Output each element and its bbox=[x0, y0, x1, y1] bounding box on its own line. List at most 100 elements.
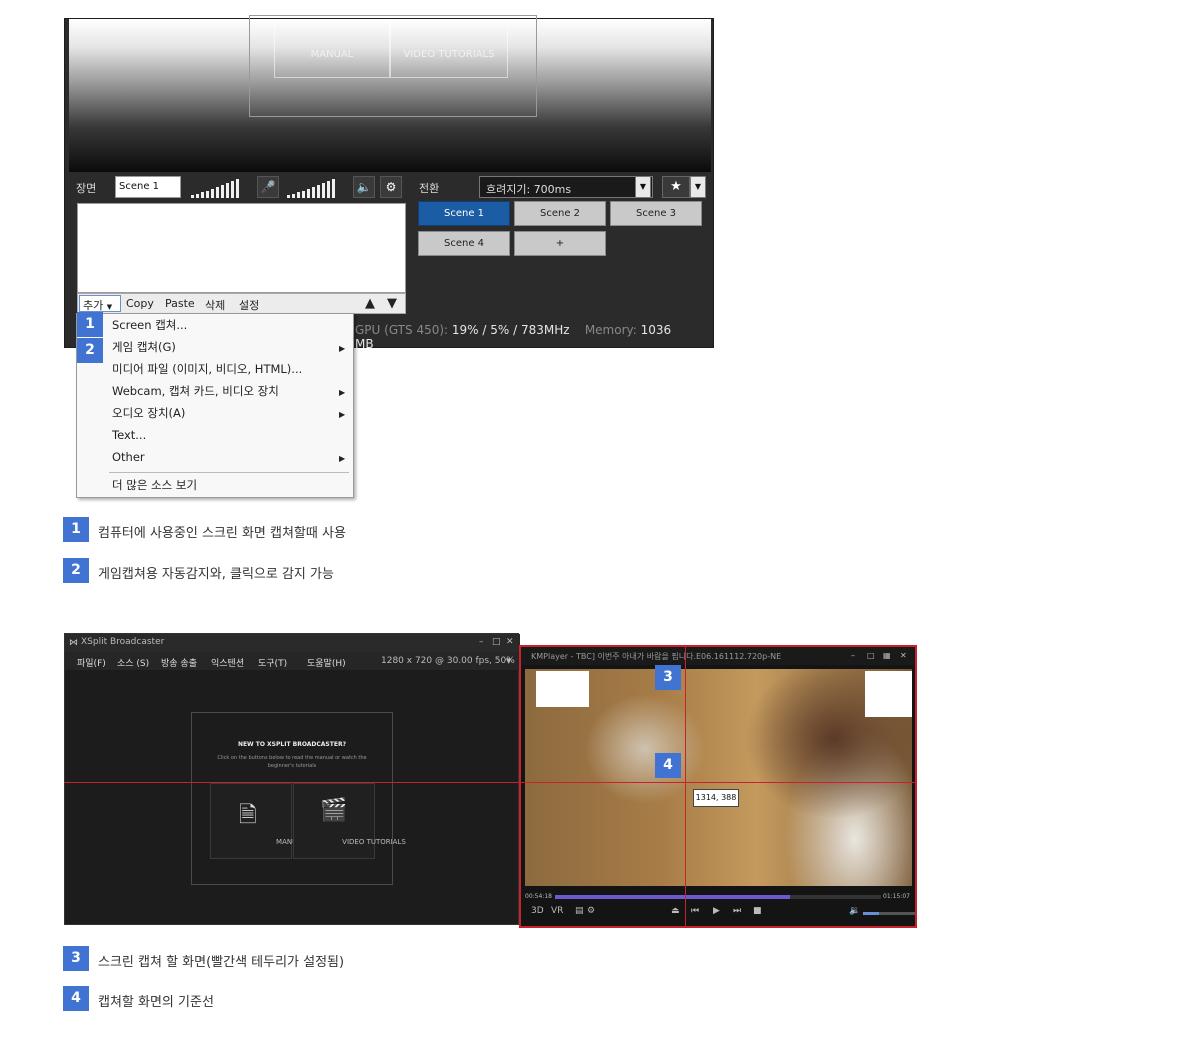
menu-item-webcam[interactable]: Webcam, 캡쳐 카드, 비디오 장치 bbox=[112, 380, 279, 402]
close-icon[interactable]: ✕ bbox=[506, 637, 514, 647]
chevron-right-icon: ▶ bbox=[339, 454, 346, 463]
maximize-icon[interactable]: □ bbox=[867, 651, 875, 660]
speaker-volume-meter[interactable] bbox=[287, 176, 335, 198]
chevron-down-icon[interactable]: ▼ bbox=[506, 657, 511, 665]
add-scene-button[interactable]: + bbox=[514, 231, 606, 256]
gear-icon[interactable]: ⚙ bbox=[380, 176, 402, 198]
menu-extensions[interactable]: 익스텐션 bbox=[211, 656, 244, 669]
move-down-icon[interactable]: ▼ bbox=[387, 296, 397, 311]
window-titlebar: XSplit Broadcaster bbox=[65, 634, 520, 652]
scene-button-1[interactable]: Scene 1 bbox=[418, 201, 510, 226]
resolution-selector[interactable]: 1280 x 720 @ 30.00 fps, 50% bbox=[381, 656, 515, 666]
play-icon[interactable]: ▶ bbox=[713, 906, 720, 916]
chevron-down-icon: ▼ bbox=[106, 303, 113, 311]
menu-item-screen-capture[interactable]: Screen 캡쳐... bbox=[112, 314, 187, 336]
minimize-icon[interactable]: – bbox=[479, 637, 484, 647]
badge-4: 4 bbox=[63, 986, 89, 1011]
transition-select[interactable]: 흐려지기: 700ms bbox=[479, 176, 653, 198]
menu-item-more-sources[interactable]: 더 많은 소스 보기 bbox=[112, 474, 197, 496]
volume-slider[interactable] bbox=[863, 912, 915, 915]
delete-button[interactable]: 삭제 bbox=[205, 297, 225, 313]
menu-item-media-file[interactable]: 미디어 파일 (이미지, 비디오, HTML)... bbox=[112, 358, 302, 380]
add-transition-star-icon[interactable]: ★ bbox=[662, 176, 690, 198]
chevron-right-icon: ▶ bbox=[339, 388, 346, 397]
chevron-down-icon[interactable]: ▼ bbox=[635, 176, 651, 198]
caption-2: 게임캡쳐용 자동감지와, 클릭으로 감지 가능 bbox=[98, 567, 334, 582]
xsplit-window: XSplit Broadcaster ⋈ – □ ✕ 파일(F) 소스 (S) … bbox=[64, 633, 520, 925]
window-title: XSplit Broadcaster bbox=[81, 637, 165, 647]
transition-label: 전환 bbox=[419, 182, 440, 195]
crosshair-vertical bbox=[685, 647, 686, 927]
menu-item-audio-device[interactable]: 오디오 장치(A) bbox=[112, 402, 185, 424]
gear-icon[interactable]: ⚙ bbox=[587, 906, 595, 916]
badge-2: 2 bbox=[63, 558, 89, 583]
manual-tile[interactable]: 🗎 MANUAL bbox=[210, 783, 306, 859]
vr-icon[interactable]: VR bbox=[551, 906, 563, 916]
masked-area bbox=[865, 671, 912, 717]
close-icon[interactable]: ✕ bbox=[900, 651, 907, 660]
kmplayer-window: KMPlayer - TBC] 이번주 아내가 바람을 핍니다.E06.1611… bbox=[519, 645, 917, 928]
next-icon[interactable]: ⏭ bbox=[733, 906, 741, 916]
clapperboard-icon: 🎬 bbox=[320, 798, 348, 823]
move-up-icon[interactable]: ▲ bbox=[365, 296, 375, 311]
current-time: 00:54:18 bbox=[525, 893, 552, 900]
badge-4: 4 bbox=[655, 753, 681, 778]
menu-item-game-capture[interactable]: 게임 캡쳐(G) bbox=[112, 336, 176, 358]
source-list[interactable] bbox=[77, 203, 406, 293]
memory-label: Memory: bbox=[584, 323, 637, 337]
manual-tile[interactable]: MANUAL bbox=[274, 22, 390, 78]
menu-file[interactable]: 파일(F) bbox=[77, 656, 106, 669]
menu-item-other[interactable]: Other bbox=[112, 446, 145, 468]
add-source-button[interactable]: 추가 ▼ bbox=[79, 295, 121, 312]
settings-button[interactable]: 설정 bbox=[239, 297, 259, 313]
scene-button-2[interactable]: Scene 2 bbox=[514, 201, 606, 226]
fullscreen-icon[interactable]: ▦ bbox=[883, 651, 891, 660]
welcome-box: MANUAL VIDEO TUTORIALS bbox=[249, 15, 537, 117]
welcome-title: NEW TO XSPLIT BROADCASTER? bbox=[237, 741, 347, 748]
coordinate-tooltip: 1314, 388 bbox=[693, 789, 739, 807]
gpu-value: 19% / 5% / 783MHz bbox=[451, 323, 570, 337]
mic-volume-meter[interactable] bbox=[191, 176, 239, 198]
badge-1: 1 bbox=[77, 312, 103, 337]
volume-slider-fill bbox=[863, 912, 879, 915]
scene-name-input[interactable]: Scene 1 bbox=[115, 176, 181, 198]
total-time: 01:15:07 bbox=[883, 893, 910, 900]
speaker-icon[interactable]: 🔈 bbox=[353, 176, 375, 198]
gpu-label: GPU (GTS 450): bbox=[355, 323, 449, 337]
chevron-right-icon: ▶ bbox=[339, 410, 346, 419]
3d-icon[interactable]: 3D bbox=[531, 906, 544, 916]
eject-icon[interactable]: ⏏ bbox=[671, 906, 680, 916]
badge-3: 3 bbox=[655, 665, 681, 690]
badge-1: 1 bbox=[63, 517, 89, 542]
caption-4: 캡쳐할 화면의 기준선 bbox=[98, 995, 214, 1010]
copy-button[interactable]: Copy bbox=[126, 297, 154, 310]
menu-help[interactable]: 도움말(H) bbox=[307, 656, 346, 669]
menu-item-text[interactable]: Text... bbox=[112, 424, 146, 446]
chevron-down-icon[interactable]: ▼ bbox=[690, 176, 706, 198]
subtitle-icon[interactable]: ▤ bbox=[575, 906, 584, 916]
add-label: 추가 bbox=[83, 299, 104, 312]
microphone-icon[interactable]: 🎤 bbox=[257, 176, 279, 198]
menu-tools[interactable]: 도구(T) bbox=[258, 656, 287, 669]
stop-icon[interactable]: ■ bbox=[753, 906, 762, 916]
menu-broadcast[interactable]: 방송 송출 bbox=[161, 656, 197, 669]
scene-button-3[interactable]: Scene 3 bbox=[610, 201, 702, 226]
video-tutorials-tile[interactable]: 🎬 VIDEO TUTORIALS bbox=[293, 783, 406, 859]
status-bar: GPU (GTS 450): 19% / 5% / 783MHz Memory:… bbox=[355, 323, 685, 351]
previous-icon[interactable]: ⏮ bbox=[691, 906, 699, 916]
video-tutorials-tile[interactable]: VIDEO TUTORIALS bbox=[390, 22, 508, 78]
menu-separator bbox=[109, 472, 349, 473]
preview-area: MANUAL VIDEO TUTORIALS bbox=[69, 15, 711, 172]
seek-bar[interactable] bbox=[555, 895, 881, 899]
xsplit-logo-icon: ⋈ bbox=[69, 638, 78, 648]
source-toolbar: 추가 ▼ Copy Paste 삭제 설정 ▲ ▼ bbox=[77, 293, 406, 314]
maximize-icon[interactable]: □ bbox=[492, 637, 501, 647]
volume-icon[interactable]: 🔉 bbox=[849, 906, 860, 916]
crosshair-horizontal bbox=[64, 782, 917, 783]
menu-source[interactable]: 소스 (S) bbox=[117, 656, 149, 669]
paste-button[interactable]: Paste bbox=[165, 297, 195, 310]
scene-button-4[interactable]: Scene 4 bbox=[418, 231, 510, 256]
menubar: 파일(F) 소스 (S) 방송 송출 익스텐션 도구(T) 도움말(H) 128… bbox=[65, 652, 520, 670]
minimize-icon[interactable]: – bbox=[851, 651, 855, 660]
welcome-panel: NEW TO XSPLIT BROADCASTER? Click on the … bbox=[191, 712, 406, 885]
